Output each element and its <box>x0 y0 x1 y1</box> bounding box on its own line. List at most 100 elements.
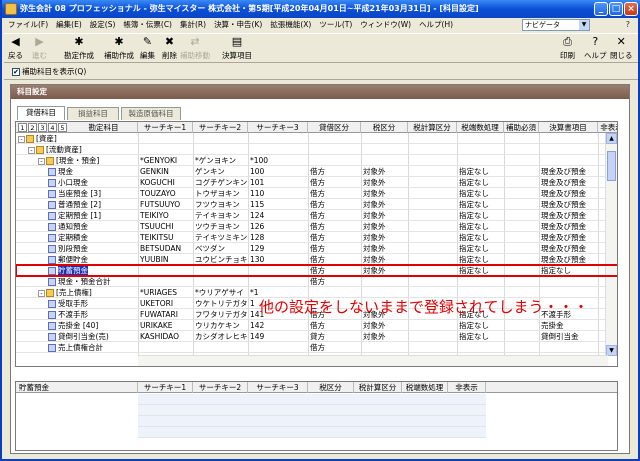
searchkey2-cell: ゲンキン <box>195 167 225 176</box>
sub-column-header[interactable]: 税区分 <box>308 382 354 393</box>
column-header-tax-rounding[interactable]: 税端数処理 <box>457 122 504 133</box>
collapse-toggle-icon[interactable]: - <box>38 289 45 297</box>
vertical-scrollbar[interactable]: ▲ ▼ <box>605 133 617 356</box>
level-1-button[interactable]: 1 <box>18 123 27 132</box>
menu-window[interactable]: ウィンドウ(W) <box>356 18 415 32</box>
column-header-searchkey3[interactable]: サーチキー3 <box>248 122 308 133</box>
level-3-button[interactable]: 3 <box>38 123 47 132</box>
table-row[interactable]: - [現金・預金] *GENYOKI *ゲンヨキン *100 <box>16 155 617 166</box>
tax-calc-cell <box>408 188 457 199</box>
column-header-account[interactable]: 勘定科目 <box>70 122 138 133</box>
statement-item-cell: 現金及び預金 <box>541 244 586 253</box>
toolbar-create-sub-account-button[interactable]: ✱ 補助作成 <box>104 36 134 61</box>
menu-books[interactable]: 帳簿・伝票(C) <box>119 18 176 32</box>
sub-required-cell <box>504 331 539 342</box>
collapse-toggle-icon[interactable]: - <box>18 135 25 143</box>
column-header-hidden[interactable]: 非表示 <box>598 122 617 133</box>
close-button[interactable]: × <box>624 2 638 16</box>
account-name: 現金・預金合計 <box>58 277 111 286</box>
column-header-statement-item[interactable]: 決算書項目 <box>539 122 598 133</box>
minimize-button[interactable]: _ <box>594 2 608 16</box>
table-row[interactable]: 売掛金 [40] URIKAKE ウリカケキン 142 借方 対象外 指定なし 売掛金 <box>16 320 617 331</box>
navigator-dropdown[interactable]: ナビゲータ ▼ <box>522 19 590 31</box>
column-header-tax-category[interactable]: 税区分 <box>361 122 408 133</box>
tab-manufacturing-cost-accounts[interactable]: 製造原価科目 <box>121 107 181 120</box>
collapse-toggle-icon[interactable]: - <box>38 157 45 165</box>
column-header-tax-calc[interactable]: 税計算区分 <box>408 122 457 133</box>
toolbar-back-arrow-button[interactable]: ◀ 戻る <box>8 36 23 61</box>
table-row[interactable]: 現金・預金合計 借方 <box>16 276 617 287</box>
options-bar: ✔ 補助科目を表示(Q) <box>4 64 638 80</box>
sub-column-header[interactable]: サーチキー3 <box>248 382 308 393</box>
table-row[interactable]: - [流動資産] <box>16 144 617 155</box>
column-header-searchkey1[interactable]: サーチキー1 <box>138 122 193 133</box>
tax-category-cell <box>361 276 408 287</box>
tab-profit-loss-accounts[interactable]: 損益科目 <box>67 107 119 120</box>
menu-file[interactable]: ファイル(F) <box>4 18 52 32</box>
column-header-searchkey2[interactable]: サーチキー2 <box>193 122 248 133</box>
menu-edit[interactable]: 編集(E) <box>52 18 86 32</box>
sub-column-header[interactable]: サーチキー1 <box>138 382 193 393</box>
menu-settings[interactable]: 設定(S) <box>86 18 120 32</box>
searchkey1-cell <box>138 265 193 276</box>
sub-grid-row[interactable] <box>138 394 486 405</box>
scroll-up-icon[interactable]: ▲ <box>606 133 617 144</box>
table-row[interactable]: 当座預金 [3] TOUZAYO トウザヨキン 110 借方 対象外 指定なし 現金及び預金 <box>16 188 617 199</box>
selected-table-row[interactable]: 貯蓄預金 借方 対象外 指定なし 指定なし <box>16 264 617 277</box>
table-row[interactable]: 定期預金 [1] TEIKIYO テイキヨキン 124 借方 対象外 指定なし 現金及び預金 <box>16 210 617 221</box>
table-row[interactable]: 通知預金 TSUUCHI ツウチヨキン 126 借方 対象外 指定なし 現金及び預金 <box>16 221 617 232</box>
searchkey1-cell: KASHIDAO <box>140 332 180 341</box>
menu-extensions[interactable]: 拡張機能(X) <box>266 18 315 32</box>
tax-category-cell: 対象外 <box>363 255 386 264</box>
table-row[interactable]: 売上債権合計 借方 <box>16 342 617 353</box>
sub-grid-row[interactable] <box>138 427 486 438</box>
table-row[interactable]: - [資産] <box>16 133 617 144</box>
book-icon <box>48 267 56 275</box>
menu-closing[interactable]: 決算・申告(K) <box>210 18 266 32</box>
table-row[interactable]: 貸倒引当金(売) KASHIDAO カシダオレヒキ 149 貸方 対象外 指定なし 貸倒引当金 <box>16 331 617 342</box>
table-row[interactable]: 現金 GENKIN ゲンキン 100 借方 対象外 指定なし 現金及び預金 <box>16 166 617 177</box>
table-row[interactable]: 定期積金 TEIKITSU テイキツミキン 128 借方 対象外 指定なし 現金及び預金 <box>16 232 617 243</box>
column-header-debit-credit[interactable]: 貸借区分 <box>308 122 361 133</box>
horizontal-scrollbar[interactable] <box>138 355 608 366</box>
table-row[interactable]: 小口現金 KOGUCHI コグチゲンキン 101 借方 対象外 指定なし 現金及び預金 <box>16 177 617 188</box>
toolbar-create-account-button[interactable]: ✱ 勘定作成 <box>64 36 94 61</box>
statement-item-cell <box>539 133 598 144</box>
toolbar-delete-button[interactable]: ✖ 削除 <box>162 36 177 61</box>
tax-category-cell <box>361 155 408 166</box>
menu-help[interactable]: ヘルプ(H) <box>415 18 457 32</box>
sub-grid-row[interactable] <box>138 405 486 416</box>
statement-item-cell: 現金及び預金 <box>541 178 586 187</box>
scrollbar-thumb[interactable] <box>607 151 616 181</box>
toolbar-help-button[interactable]: ? ヘルプ <box>584 36 607 61</box>
sub-column-header[interactable]: 税端数処理 <box>402 382 448 393</box>
menu-tools[interactable]: ツール(T) <box>315 18 356 32</box>
collapse-toggle-icon[interactable]: - <box>28 146 35 154</box>
sub-required-cell <box>504 254 539 265</box>
account-name: 郵便貯金 <box>58 255 88 264</box>
level-4-button[interactable]: 4 <box>48 123 57 132</box>
searchkey3-cell: 126 <box>250 222 265 231</box>
toolbar-close-doc-button[interactable]: ✕ 閉じる <box>610 36 633 61</box>
table-row[interactable]: 郵便貯金 YUUBIN ユウビンチョキン130 借方 対象外 指定なし 現金及び預金 <box>16 254 617 265</box>
toolbar-forward-arrow-button[interactable]: ▶ 進む <box>32 36 47 61</box>
show-sub-accounts-checkbox[interactable]: ✔ <box>12 68 20 76</box>
sub-column-header[interactable]: 税計算区分 <box>354 382 402 393</box>
level-2-button[interactable]: 2 <box>28 123 37 132</box>
sub-grid-row[interactable] <box>138 416 486 427</box>
table-row[interactable]: 別段預金 BETSUDAN ベツダン 129 借方 対象外 指定なし 現金及び預金 <box>16 243 617 254</box>
toolbar-edit-button[interactable]: ✎ 編集 <box>140 36 155 61</box>
toolbar-settlement-item-button[interactable]: ▤ 決算項目 <box>222 36 252 61</box>
menu-summary[interactable]: 集計(R) <box>176 18 210 32</box>
tab-balance-accounts[interactable]: 貸借科目 <box>17 106 65 120</box>
column-header-sub-required[interactable]: 補助必須 <box>504 122 539 133</box>
level-5-button[interactable]: 5 <box>58 123 67 132</box>
help-question-icon[interactable]: ? <box>626 20 630 29</box>
toolbar-print-button[interactable]: ⎙ 印刷 <box>560 36 575 61</box>
sub-required-cell <box>504 199 539 210</box>
table-row[interactable]: 普通預金 [2] FUTSUUYO フツウヨキン 115 借方 対象外 指定なし 現金及び預金 <box>16 199 617 210</box>
sub-column-header[interactable]: 非表示 <box>448 382 486 393</box>
sub-column-header[interactable]: サーチキー2 <box>193 382 248 393</box>
toolbar-move-sub-button[interactable]: ⇄ 補助移動 <box>180 36 210 61</box>
maximize-button[interactable]: □ <box>609 2 623 16</box>
